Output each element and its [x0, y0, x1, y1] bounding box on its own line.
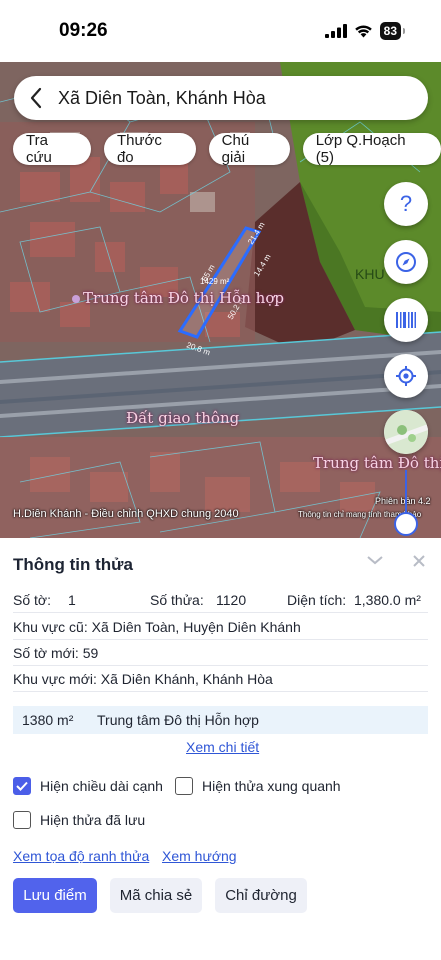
sheet-title: Thông tin thửa — [13, 555, 133, 574]
old-area-text: Khu vực cũ: Xã Diên Toàn, Huyện Diên Khá… — [13, 618, 301, 635]
back-button[interactable] — [14, 76, 58, 120]
so-to-value: 1 — [68, 591, 76, 608]
help-icon: ? — [400, 193, 412, 215]
checkbox-label: Hiện thửa xung quanh — [202, 778, 341, 794]
view-boundary-coords-link[interactable]: Xem tọa độ ranh thửa — [13, 848, 149, 864]
map-slider-knob[interactable] — [394, 512, 418, 536]
zone-name: Trung tâm Đô thị Hỗn hợp — [97, 712, 259, 728]
status-icons: 83 — [324, 22, 406, 40]
locate-button[interactable] — [384, 354, 428, 398]
map-thumbnail-button[interactable] — [384, 410, 428, 454]
checkbox-unchecked-icon[interactable] — [13, 811, 31, 829]
map-attribution: H.Diên Khánh - Điều chỉnh QHXD chung 204… — [13, 508, 239, 520]
close-icon[interactable] — [411, 553, 427, 569]
old-area-row: Khu vực cũ: Xã Diên Toàn, Huyện Diên Khá… — [13, 614, 428, 640]
share-code-button[interactable]: Mã chia sẻ — [110, 878, 202, 913]
status-time: 09:26 — [59, 20, 108, 41]
checkbox-label: Hiện chiều dài cạnh — [40, 778, 163, 794]
checkbox-checked-icon[interactable] — [13, 777, 31, 795]
show-edge-length-checkbox[interactable]: Hiện chiều dài cạnh — [13, 777, 163, 795]
new-area-row: Khu vực mới: Xã Diên Khánh, Khánh Hòa — [13, 666, 428, 692]
search-text[interactable]: Xã Diên Toàn, Khánh Hòa — [58, 88, 266, 109]
dien-tich-value: 1,380.0 m² — [354, 591, 421, 608]
new-area-text: Khu vực mới: Xã Diên Khánh, Khánh Hòa — [13, 670, 273, 687]
map-slider-track — [405, 470, 407, 514]
parcel-area-label: 1429 m² — [200, 277, 230, 286]
so-thua-label: Số thửa: — [150, 591, 204, 608]
parcel-id-row: Số tờ: 1 Số thửa: 1120 Diện tích: 1,380.… — [13, 587, 428, 613]
view-detail-link[interactable]: Xem chi tiết — [186, 739, 259, 755]
zone-label: Trung tâm Đô thị H — [313, 454, 441, 472]
new-sheet-row: Số tờ mới: 59 — [13, 640, 428, 666]
new-sheet-text: Số tờ mới: 59 — [13, 644, 99, 661]
directions-button[interactable]: Chỉ đường — [215, 878, 307, 913]
wifi-icon — [354, 25, 372, 38]
show-saved-checkbox[interactable]: Hiện thửa đã lưu — [13, 811, 145, 829]
help-button[interactable]: ? — [384, 182, 428, 226]
zone-summary[interactable]: 1380 m² Trung tâm Đô thị Hỗn hợp — [13, 706, 428, 734]
dien-tich-label: Diện tích: — [287, 591, 347, 608]
back-arrow-icon — [30, 87, 42, 109]
view-direction-link[interactable]: Xem hướng — [162, 848, 237, 864]
locate-icon — [396, 366, 416, 386]
chevron-down-icon[interactable] — [366, 554, 384, 566]
search-bar[interactable]: Xã Diên Toàn, Khánh Hòa — [14, 76, 428, 120]
zone-label: Đất giao thông — [126, 409, 240, 427]
chip-lookup[interactable]: Tra cứu — [13, 132, 91, 166]
chip-planning-layers[interactable]: Lớp Q.Hoạch (5) — [302, 132, 441, 166]
map-tool-chips: Tra cứu Thước đo Chú giải Lớp Q.Hoạch (5… — [13, 132, 441, 166]
barcode-icon — [396, 312, 416, 328]
battery-icon: 83 — [379, 22, 406, 40]
zone-label: KHU — [355, 266, 385, 282]
zone-label: Trung tâm Đô thị Hỗn hợp — [72, 289, 284, 307]
compass-button[interactable] — [384, 240, 428, 284]
so-to-label: Số tờ: — [13, 591, 51, 608]
compass-icon — [396, 252, 416, 272]
map-scale: Phiên bản 4.2 — [375, 496, 431, 506]
status-bar: 09:26 83 — [0, 0, 441, 62]
show-neighbors-checkbox[interactable]: Hiện thửa xung quanh — [175, 777, 341, 795]
svg-text:?: ? — [400, 193, 412, 215]
checkbox-unchecked-icon[interactable] — [175, 777, 193, 795]
zone-area: 1380 m² — [22, 712, 74, 728]
parcel-info-sheet: Thông tin thửa Số tờ: 1 Số thửa: 1120 Di… — [0, 538, 441, 960]
chip-legend[interactable]: Chú giải — [208, 132, 290, 166]
map-thumbnail-icon — [384, 410, 428, 454]
barcode-button[interactable] — [384, 298, 428, 342]
chip-measure[interactable]: Thước đo — [103, 132, 196, 166]
checkbox-label: Hiện thửa đã lưu — [40, 812, 146, 828]
so-thua-value: 1120 — [216, 591, 247, 608]
save-point-button[interactable]: Lưu điểm — [13, 878, 97, 913]
signal-icon — [324, 24, 347, 38]
